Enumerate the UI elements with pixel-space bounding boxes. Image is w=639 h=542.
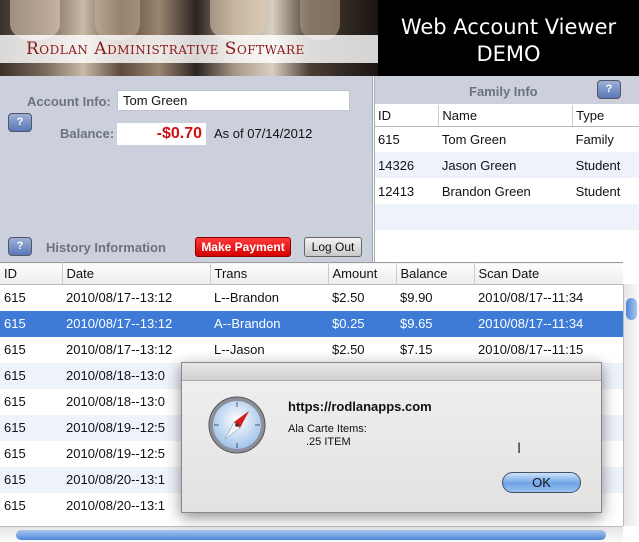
family-cell-id: 615: [378, 131, 400, 147]
history-col-balance[interactable]: Balance: [396, 262, 475, 285]
history-cell-date: 2010/08/17--13:12: [66, 342, 173, 357]
history-cell-id: 615: [0, 362, 62, 389]
history-col-amount[interactable]: Amount: [328, 262, 397, 285]
history-row-selected[interactable]: 615 2010/08/17--13:12 A--Brandon $0.25 $…: [0, 310, 623, 337]
balance-label: Balance:: [60, 126, 115, 141]
history-cell-id: 615: [0, 466, 62, 493]
history-cell-balance: $9.65: [396, 310, 474, 337]
account-panel: Account Info: Tom Green ? Balance: -$0.7…: [0, 76, 373, 262]
history-cell-balance: $9.90: [400, 290, 433, 306]
family-help-button[interactable]: ?: [597, 80, 621, 99]
history-cell-id: 615: [4, 446, 26, 461]
balance-as-of-date: As of 07/14/2012: [214, 126, 313, 141]
account-name-field: Tom Green: [117, 90, 350, 111]
history-cell-amount: $2.50: [332, 342, 365, 357]
history-col-id[interactable]: ID: [0, 262, 63, 285]
family-cell-name: Brandon Green: [441, 183, 531, 199]
family-cell-type: Family: [575, 131, 614, 147]
history-col-scan-date[interactable]: Scan Date: [474, 262, 623, 285]
history-row[interactable]: 615 2010/08/17--13:12 L--Brandon $2.50 $…: [0, 285, 623, 311]
ok-button[interactable]: OK: [502, 472, 581, 493]
history-information-label: History Information: [46, 240, 166, 255]
make-payment-button[interactable]: Make Payment: [195, 237, 291, 257]
history-cell-id: 615: [4, 290, 26, 306]
family-table-header: ID Name Type: [375, 105, 639, 127]
history-cell-trans: L--Jason: [214, 342, 265, 357]
family-cell-type: Student: [575, 183, 621, 199]
dialog-message-line2: .25 ITEM: [306, 436, 351, 448]
vertical-scroll-thumb[interactable]: [626, 298, 637, 320]
family-cell-type: Student: [572, 152, 639, 178]
history-col-date[interactable]: Date: [62, 262, 211, 285]
history-cell-amount: $0.25: [328, 310, 396, 337]
history-horizontal-scrollbar[interactable]: [0, 526, 623, 542]
dialog-origin-url: https://rodlanapps.com: [288, 399, 432, 414]
family-col-type[interactable]: Type: [572, 105, 639, 127]
app-header: Rodlan Administrative Software Web Accou…: [0, 0, 639, 76]
family-cell-name: Tom Green: [441, 131, 507, 147]
history-help-button[interactable]: ?: [8, 237, 32, 256]
family-cell-id: 14326: [375, 152, 439, 178]
history-cell-id: 615: [4, 498, 26, 513]
javascript-alert-dialog: https://rodlanapps.com Ala Carte Items: …: [181, 362, 602, 513]
horizontal-scroll-thumb[interactable]: [16, 530, 606, 540]
history-cell-id: 615: [4, 394, 26, 409]
history-cell-trans: A--Brandon: [210, 310, 328, 337]
family-row[interactable]: 14326 Jason Green Student: [375, 152, 639, 178]
history-cell-id: 615: [0, 310, 62, 337]
history-vertical-scrollbar[interactable]: [623, 284, 639, 526]
account-help-button[interactable]: ?: [8, 113, 32, 132]
history-cell-scan-date: 2010/08/17--11:34: [478, 290, 584, 306]
family-info-title: Family Info: [469, 84, 538, 99]
history-cell-id: 615: [4, 342, 26, 357]
app-title-line2: DEMO: [476, 42, 541, 66]
family-col-id[interactable]: ID: [375, 105, 440, 127]
brand-name: Rodlan Administrative Software: [26, 39, 305, 59]
family-row[interactable]: 12413 Brandon Green Student: [375, 178, 639, 204]
family-cell-name: Jason Green: [438, 152, 573, 178]
family-empty-row: [375, 204, 639, 230]
log-out-button[interactable]: Log Out: [304, 237, 362, 257]
family-row[interactable]: 615 Tom Green Family: [375, 126, 639, 152]
family-cell-id: 12413: [378, 183, 415, 199]
balance-value: -$0.70: [117, 123, 206, 145]
family-col-name[interactable]: Name: [438, 105, 574, 127]
history-cell-date: 2010/08/17--13:12: [66, 290, 173, 306]
history-col-trans[interactable]: Trans: [210, 262, 329, 285]
history-cell-trans: L--Brandon: [214, 290, 280, 306]
history-cell-scan-date: 2010/08/17--11:34: [474, 310, 623, 337]
safari-compass-icon: [208, 396, 266, 454]
text-cursor-icon: I: [517, 441, 522, 457]
family-table: ID Name Type 615 Tom Green Family 14326 …: [375, 105, 639, 230]
family-info-panel: Family Info ? ID Name Type 615 Tom Green…: [374, 76, 639, 262]
app-title: Web Account Viewer DEMO: [378, 14, 639, 68]
dialog-titlebar: [182, 363, 601, 381]
history-cell-balance: $7.15: [400, 342, 433, 357]
history-row[interactable]: 615 2010/08/17--13:12 L--Jason $2.50 $7.…: [0, 337, 623, 363]
history-cell-amount: $2.50: [332, 290, 365, 306]
dialog-message-line1: Ala Carte Items:: [288, 423, 367, 435]
history-cell-id: 615: [0, 414, 62, 441]
history-cell-scan-date: 2010/08/17--11:15: [478, 342, 584, 357]
history-cell-date: 2010/08/17--13:12: [62, 310, 210, 337]
family-info-header: Family Info ?: [375, 76, 639, 104]
account-info-label: Account Info:: [27, 94, 111, 109]
app-title-line1: Web Account Viewer: [400, 15, 617, 39]
history-table-header: ID Date Trans Amount Balance Scan Date: [0, 262, 623, 285]
